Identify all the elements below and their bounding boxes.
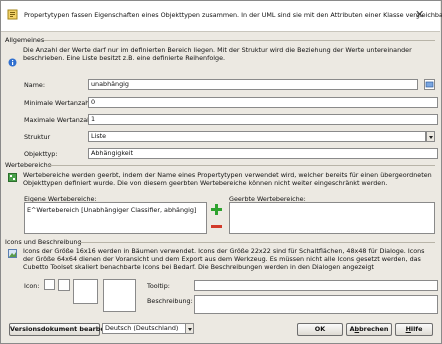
min-count-label: Minimale Wertanzahl: [24, 99, 94, 107]
beschreibung-field[interactable] [194, 295, 438, 314]
dialog-header: Propertytypen fassen Eigenschaften eines… [1, 1, 442, 32]
icon-slot-48[interactable] [73, 279, 98, 304]
objekttyp-label: Objekttyp: [24, 150, 58, 158]
remove-icon[interactable] [211, 225, 222, 228]
struktur-label: Struktur [24, 133, 51, 141]
ok-button[interactable]: OK [297, 323, 343, 336]
name-field[interactable]: unabhängig [88, 79, 418, 90]
max-count-field[interactable]: 1 [88, 114, 438, 125]
close-icon[interactable]: ✕ [415, 9, 424, 20]
language-select[interactable]: Deutsch (Deutschland) [102, 323, 186, 334]
objekttyp-field[interactable]: Abhängigkeit [88, 148, 438, 159]
section-divider [77, 242, 435, 243]
max-count-label: Maximale Wertanzahl: [24, 116, 96, 124]
geerbte-wertebereiche-list[interactable] [229, 202, 435, 234]
icon-slot-16[interactable] [44, 279, 55, 290]
add-icon[interactable] [211, 204, 222, 215]
section-title-allgemeines: Allgemeines [5, 36, 45, 44]
allgemeines-description: Die Anzahl der Werte darf nur im definie… [23, 46, 412, 62]
icon-slot-64[interactable] [103, 279, 136, 312]
info-icon [8, 173, 17, 182]
beschreibung-label: Beschreibung: [147, 297, 193, 305]
name-label: Name: [24, 81, 46, 89]
abbrechen-button[interactable]: Abbrechen [346, 323, 392, 336]
struktur-select[interactable]: Liste [88, 131, 426, 142]
min-count-field[interactable]: 0 [88, 97, 438, 108]
eigene-wertebereiche-list[interactable]: E^Wertebereich [Unabhängiger Classifier,… [24, 202, 207, 234]
section-title-icons: Icons und Beschreibung [5, 238, 82, 246]
section-title-wertebereiche: Wertebereiche [5, 161, 52, 169]
properties-header-icon [7, 9, 18, 20]
section-divider [47, 165, 435, 166]
info-icon [8, 58, 17, 67]
tooltip-field[interactable] [194, 280, 438, 291]
image-icon [8, 249, 17, 258]
tooltip-label: Tooltip: [147, 282, 170, 290]
abbrechen-label-part: brechen [359, 325, 389, 333]
dropdown-arrow-icon[interactable] [185, 323, 194, 334]
version-document-button[interactable]: Versionsdokument bearbeiten [9, 323, 119, 336]
icon-label: Icon: [24, 282, 40, 290]
browse-icon[interactable] [424, 79, 435, 90]
wertebereiche-description: Wertebereiche werden geerbt, indem der N… [23, 171, 432, 187]
header-description: Propertytypen fassen Eigenschaften eines… [24, 11, 442, 19]
icon-slot-22[interactable] [58, 279, 70, 291]
section-divider [44, 40, 435, 41]
hilfe-label-part: ilfe [410, 325, 423, 333]
list-item[interactable]: E^Wertebereich [Unabhängiger Classifier,… [27, 206, 196, 214]
dropdown-arrow-icon[interactable] [426, 131, 435, 142]
hilfe-button[interactable]: Hilfe [395, 323, 433, 336]
icons-description: Icons der Größe 16x16 werden in Bäumen v… [23, 247, 425, 271]
